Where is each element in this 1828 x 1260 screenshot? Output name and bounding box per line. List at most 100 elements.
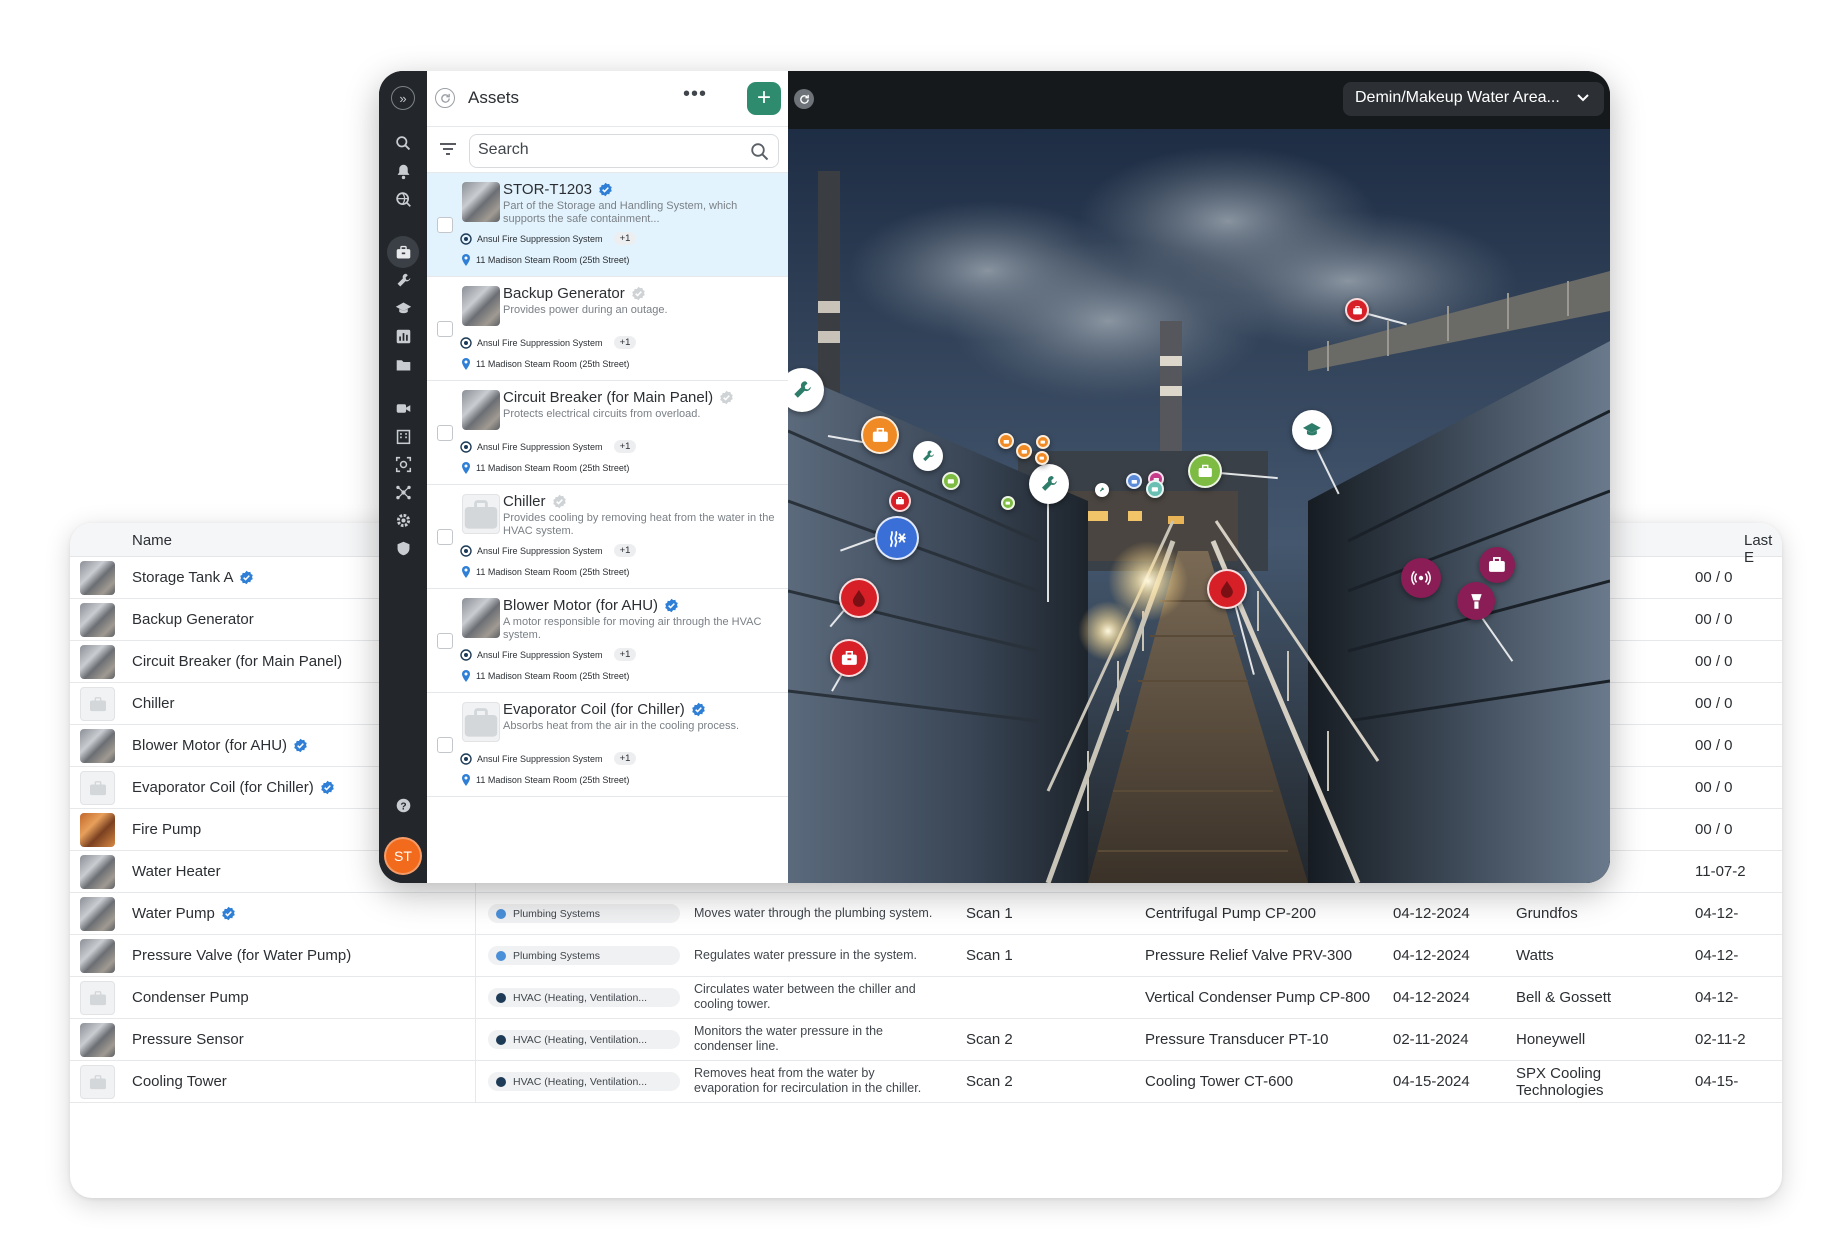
system-tag[interactable]: Ansul Fire Suppression System +1 <box>460 232 637 245</box>
asset-card[interactable]: Circuit Breaker (for Main Panel) Protect… <box>427 381 788 485</box>
refresh-icon[interactable] <box>435 88 455 108</box>
shield-icon[interactable] <box>393 538 413 558</box>
hotspot-briefcase-icon[interactable] <box>1016 443 1032 459</box>
search-magnifier-icon[interactable] <box>750 142 770 167</box>
expand-rail-button[interactable]: » <box>391 86 415 110</box>
hotspot-flashlight-icon[interactable] <box>1457 582 1495 620</box>
building-icon[interactable] <box>393 426 413 446</box>
location-select[interactable]: Demin/Makeup Water Area... <box>1343 82 1604 116</box>
more-tags-badge[interactable]: +1 <box>613 752 637 765</box>
system-tag[interactable]: Ansul Fire Suppression System +1 <box>460 336 637 349</box>
hotspot-briefcase-icon[interactable] <box>1345 298 1369 322</box>
asset-card[interactable]: Chiller Provides cooling by removing hea… <box>427 485 788 589</box>
asset-card-title[interactable]: STOR-T1203 <box>503 181 613 198</box>
hotspot-wrench-icon[interactable] <box>1029 464 1069 504</box>
hotspot-briefcase-icon[interactable] <box>1126 473 1142 489</box>
asset-checkbox[interactable] <box>437 529 453 545</box>
hotspot-briefcase-icon[interactable] <box>861 416 899 454</box>
asset-name[interactable]: Condenser Pump <box>132 989 249 1006</box>
system-chip[interactable]: Plumbing Systems <box>488 946 680 965</box>
asset-checkbox[interactable] <box>437 737 453 753</box>
globe-search-icon[interactable] <box>393 189 413 209</box>
scene-view[interactable]: Demin/Makeup Water Area... <box>788 71 1610 883</box>
asset-name[interactable]: Water Heater <box>132 863 221 880</box>
system-chip[interactable]: Plumbing Systems <box>488 904 680 923</box>
search-input[interactable] <box>478 141 728 159</box>
asset-checkbox[interactable] <box>437 633 453 649</box>
asset-name[interactable]: Chiller <box>132 695 175 712</box>
system-tag[interactable]: Ansul Fire Suppression System +1 <box>460 752 637 765</box>
system-chip[interactable]: HVAC (Heating, Ventilation... <box>488 1072 680 1091</box>
hotspot-briefcase-icon[interactable] <box>889 490 911 512</box>
asset-checkbox[interactable] <box>437 217 453 233</box>
asset-name[interactable]: Evaporator Coil (for Chiller) <box>132 779 335 796</box>
table-row[interactable]: Cooling Tower HVAC (Heating, Ventilation… <box>70 1061 1782 1103</box>
system-tag[interactable]: Ansul Fire Suppression System +1 <box>460 648 637 661</box>
asset-checkbox[interactable] <box>437 425 453 441</box>
more-tags-badge[interactable]: +1 <box>613 648 637 661</box>
asset-card[interactable]: Backup Generator Provides power during a… <box>427 277 788 381</box>
graduation-cap-icon[interactable] <box>393 298 413 318</box>
user-avatar[interactable]: ST <box>384 837 422 875</box>
system-chip[interactable]: HVAC (Heating, Ventilation... <box>488 988 680 1007</box>
asset-name[interactable]: Pressure Valve (for Water Pump) <box>132 947 351 964</box>
asset-card[interactable]: Evaporator Coil (for Chiller) Absorbs he… <box>427 693 788 797</box>
hotspot-briefcase-icon[interactable] <box>1036 435 1050 449</box>
wrench-icon[interactable] <box>393 270 413 290</box>
hotspot-signal-icon[interactable] <box>1401 558 1441 598</box>
asset-card-title[interactable]: Blower Motor (for AHU) <box>503 597 679 614</box>
asset-card-title[interactable]: Circuit Breaker (for Main Panel) <box>503 389 734 406</box>
table-row[interactable]: Water Pump Plumbing Systems Moves water … <box>70 893 1782 935</box>
more-tags-badge[interactable]: +1 <box>613 544 637 557</box>
table-row[interactable]: Pressure Sensor HVAC (Heating, Ventilati… <box>70 1019 1782 1061</box>
asset-name[interactable]: Blower Motor (for AHU) <box>132 737 308 754</box>
add-asset-button[interactable]: + <box>747 82 781 115</box>
asset-name[interactable]: Water Pump <box>132 905 236 922</box>
hotspot-hvac-coil-icon[interactable] <box>875 516 919 560</box>
asset-card[interactable]: STOR-T1203 Part of the Storage and Handl… <box>427 173 788 277</box>
asset-name[interactable]: Cooling Tower <box>132 1073 227 1090</box>
asset-name[interactable]: Fire Pump <box>132 821 201 838</box>
asset-name[interactable]: Storage Tank A <box>132 569 254 586</box>
video-add-icon[interactable] <box>393 398 413 418</box>
folder-icon[interactable] <box>393 354 413 374</box>
asset-name[interactable]: Pressure Sensor <box>132 1031 244 1048</box>
scan-target-icon[interactable] <box>393 454 413 474</box>
asset-card-title[interactable]: Backup Generator <box>503 285 646 302</box>
table-row[interactable]: Condenser Pump HVAC (Heating, Ventilatio… <box>70 977 1782 1019</box>
hotspot-drop-icon[interactable] <box>1207 569 1247 609</box>
more-tags-badge[interactable]: +1 <box>613 336 637 349</box>
asset-card-title[interactable]: Chiller <box>503 493 567 510</box>
asset-card-title[interactable]: Evaporator Coil (for Chiller) <box>503 701 706 718</box>
system-chip[interactable]: HVAC (Heating, Ventilation... <box>488 1030 680 1049</box>
hotspot-briefcase-icon[interactable] <box>1001 496 1015 510</box>
hotspot-briefcase-icon[interactable] <box>1146 480 1164 498</box>
asset-card[interactable]: Blower Motor (for AHU) A motor responsib… <box>427 589 788 693</box>
assets-briefcase-icon[interactable] <box>393 242 413 262</box>
asset-name[interactable]: Circuit Breaker (for Main Panel) <box>132 653 342 670</box>
report-chart-icon[interactable] <box>393 326 413 346</box>
hotspot-briefcase-icon[interactable] <box>830 639 868 677</box>
filter-icon[interactable] <box>439 142 457 161</box>
system-tag[interactable]: Ansul Fire Suppression System +1 <box>460 544 637 557</box>
hotspot-wrench-icon[interactable] <box>1095 483 1109 497</box>
hotspot-briefcase-icon[interactable] <box>1035 451 1049 465</box>
hotspot-briefcase-icon[interactable] <box>998 433 1014 449</box>
hotspot-graduation-cap-icon[interactable] <box>1292 410 1332 450</box>
gear-icon[interactable] <box>393 510 413 530</box>
bell-icon[interactable] <box>393 161 413 181</box>
asset-name[interactable]: Backup Generator <box>132 611 254 628</box>
hotspot-briefcase-icon[interactable] <box>1479 547 1515 583</box>
more-options-button[interactable]: ••• <box>683 83 707 106</box>
scene-refresh-icon[interactable] <box>794 89 814 109</box>
system-tag[interactable]: Ansul Fire Suppression System +1 <box>460 440 637 453</box>
hotspot-briefcase-icon[interactable] <box>942 472 960 490</box>
more-tags-badge[interactable]: +1 <box>613 232 637 245</box>
column-header-name[interactable]: Name <box>132 532 172 549</box>
network-icon[interactable] <box>393 482 413 502</box>
hotspot-drop-icon[interactable] <box>839 578 879 618</box>
more-tags-badge[interactable]: +1 <box>613 440 637 453</box>
asset-checkbox[interactable] <box>437 321 453 337</box>
help-icon[interactable]: ? <box>393 795 413 815</box>
hotspot-briefcase-icon[interactable] <box>1188 454 1222 488</box>
